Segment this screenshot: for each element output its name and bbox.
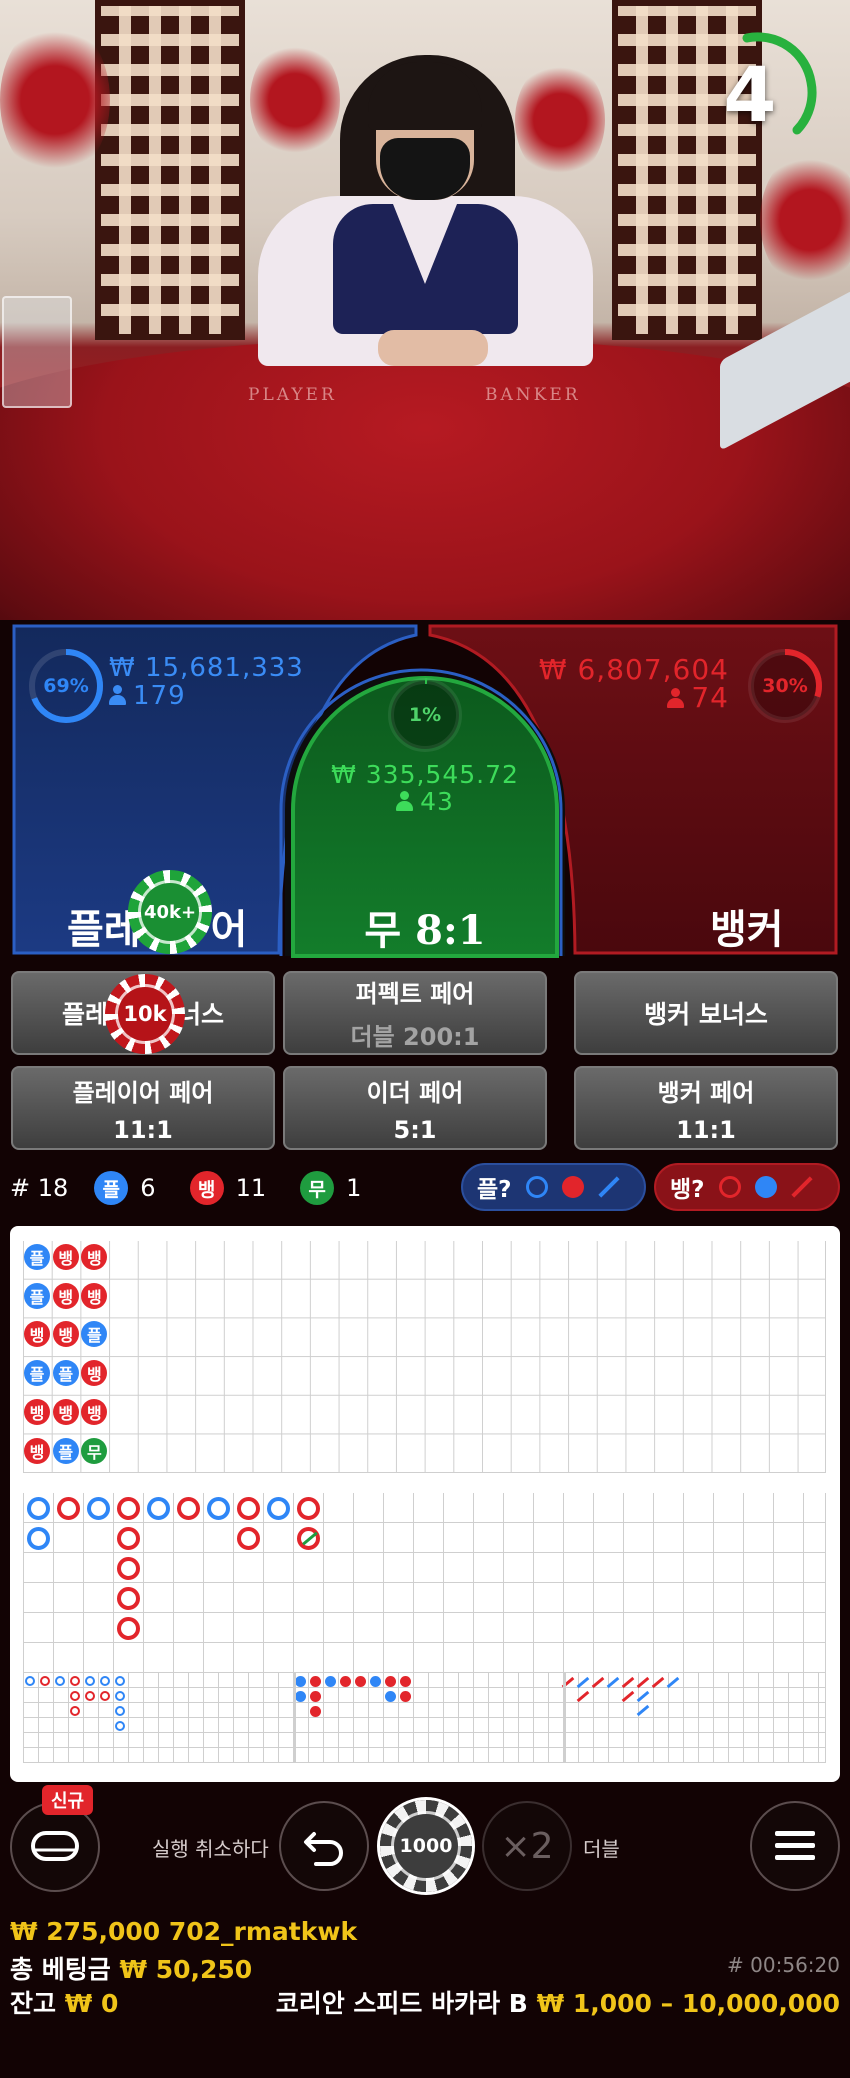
chat-lounge-icon	[31, 1831, 79, 1861]
banker-bettor-count: 74	[667, 681, 729, 714]
ask-big-road-icon	[718, 1176, 741, 1198]
bead-road-cell: 무	[81, 1437, 108, 1464]
blossom-decor	[760, 150, 850, 290]
hamburger-menu-icon	[775, 1831, 815, 1860]
undo-icon	[304, 1832, 343, 1866]
person-icon	[396, 791, 414, 811]
either-pair-odds: 5:1	[393, 1115, 437, 1144]
undo-label: 실행 취소하다	[152, 1837, 269, 1861]
banker-percent: 30%	[762, 675, 808, 697]
perfect-pair-button[interactable]: 퍼펙트 페어 더블 200:1	[283, 971, 547, 1055]
bead-road-cell: 플	[81, 1321, 108, 1348]
banker-ask-button[interactable]: 뱅?	[654, 1163, 840, 1211]
ask-small-road-icon	[754, 1176, 777, 1198]
banker-win-count: 뱅 11	[189, 1171, 266, 1205]
bead-road-cell: 플	[52, 1360, 79, 1387]
banker-pair-odds: 11:1	[676, 1115, 736, 1144]
double-label: 더블	[583, 1837, 620, 1861]
tie-bettor-count: 43	[275, 787, 575, 816]
undo-button[interactable]	[279, 1801, 369, 1891]
chip-selector[interactable]: 1000	[380, 1800, 472, 1892]
bead-road-cell: 뱅	[81, 1398, 108, 1425]
big-road	[23, 1493, 826, 1673]
player-bettor-count: 179	[109, 681, 186, 711]
player-chip-stack: 40k+	[128, 870, 212, 954]
chat-button[interactable]	[10, 1802, 100, 1892]
remaining-balance: 잔고 ₩ 0	[10, 1989, 119, 2018]
bead-road-cell: 뱅	[81, 1360, 108, 1387]
banker-label: 뱅커	[710, 907, 784, 953]
bead-road-cell: 뱅	[52, 1244, 79, 1270]
discard-box	[2, 296, 72, 408]
new-badge: 신규	[42, 1785, 94, 1815]
player-bonus-chip: 10k	[105, 974, 185, 1054]
round-number: # 18	[10, 1174, 69, 1202]
banker-pair-label: 뱅커 페어	[657, 1078, 755, 1107]
bead-road-cell: 플	[24, 1244, 50, 1270]
road-map-panel[interactable]: 플플뱅플뱅뱅뱅뱅뱅플뱅플뱅뱅플뱅뱅무	[10, 1226, 840, 1782]
double-icon: ×2	[500, 1825, 554, 1867]
banker-bonus-button[interactable]: 뱅커 보너스	[574, 971, 838, 1055]
game-id: # 00:56:20	[727, 1953, 840, 1977]
bead-road-cell: 뱅	[81, 1282, 108, 1309]
player-percent: 69%	[43, 675, 89, 697]
bead-road-cell: 플	[24, 1360, 50, 1387]
felt-player-label: PLAYER	[248, 385, 337, 405]
player-win-count: 플6	[94, 1171, 156, 1205]
player-ask-button[interactable]: 플?	[461, 1163, 646, 1211]
perfect-pair-odds: 더블 200:1	[350, 1023, 480, 1051]
shoe-statistics: # 18 플6 뱅 11 무1	[10, 1163, 395, 1213]
countdown-timer: 4	[723, 50, 777, 139]
menu-button[interactable]	[750, 1801, 840, 1891]
blossom-decor	[515, 60, 605, 180]
person-icon	[109, 685, 126, 705]
player-pair-odds: 11:1	[113, 1115, 173, 1144]
perfect-pair-label: 퍼펙트 페어	[355, 980, 475, 1008]
player-bonus-button[interactable]: 플레 너스 10k	[11, 971, 275, 1055]
banker-dot-icon: 뱅	[189, 1171, 224, 1205]
tie-bet-amount: ₩ 335,545.72	[331, 760, 519, 789]
either-pair-button[interactable]: 이더 페어 5:1	[283, 1066, 547, 1150]
bead-road-cell: 뱅	[81, 1244, 108, 1270]
blossom-decor	[0, 20, 110, 180]
bead-road-cell: 플	[52, 1437, 79, 1464]
tie-bet-spot[interactable]: 1% ₩ 335,545.72 43 무 8:1	[275, 660, 575, 960]
bead-road-cell: 뱅	[52, 1398, 79, 1425]
blossom-decor	[250, 40, 340, 160]
bead-road-cell: 뱅	[52, 1321, 79, 1348]
bead-road-cell: 플	[24, 1282, 50, 1309]
balance-and-username: ₩ 275,000 702_rmatkwk	[10, 1917, 358, 1946]
road-divider	[563, 1673, 566, 1763]
bead-road-cell: 뱅	[52, 1282, 79, 1309]
player-pair-label: 플레이어 페어	[72, 1078, 214, 1107]
table-info: 코리안 스피드 바카라 B ₩ 1,000 – 10,000,000	[275, 1989, 840, 2018]
ask-cockroach-icon	[790, 1176, 813, 1198]
bead-road-cell: 뱅	[24, 1437, 50, 1464]
tie-win-count: 무1	[300, 1171, 361, 1205]
player-pair-button[interactable]: 플레이어 페어 11:1	[11, 1066, 275, 1150]
bead-road-cell: 뱅	[24, 1321, 50, 1348]
bead-road-cell: 뱅	[24, 1398, 50, 1425]
tie-label: 무 8:1	[364, 907, 486, 954]
tie-dot-icon: 무	[300, 1171, 335, 1205]
felt-banker-label: BANKER	[485, 385, 581, 405]
live-video-feed: PLAYER BANKER 4	[0, 0, 850, 620]
derived-roads	[23, 1673, 826, 1763]
road-divider	[293, 1673, 296, 1763]
player-dot-icon: 플	[94, 1171, 129, 1205]
ask-big-road-icon	[525, 1176, 548, 1198]
banker-bonus-label: 뱅커 보너스	[644, 1000, 768, 1029]
double-button[interactable]: ×2	[482, 1801, 572, 1891]
lattice-screen-left	[95, 0, 245, 340]
either-pair-label: 이더 페어	[366, 1078, 464, 1107]
ask-cockroach-icon	[597, 1176, 620, 1198]
banker-pair-button[interactable]: 뱅커 페어 11:1	[574, 1066, 838, 1150]
tie-percent: 1%	[408, 704, 442, 726]
person-icon	[667, 688, 685, 708]
bead-road: 플플뱅플뱅뱅뱅뱅뱅플뱅플뱅뱅플뱅뱅무	[23, 1241, 826, 1473]
ask-small-road-icon	[561, 1176, 584, 1198]
total-bet: 총 베팅금 ₩ 50,250	[10, 1955, 253, 1984]
